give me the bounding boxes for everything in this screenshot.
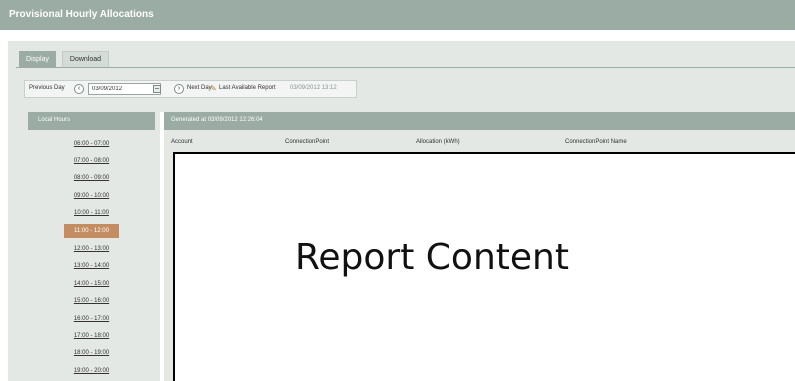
hour-link[interactable]: 14:00 - 15:00 [28,277,155,291]
last-report-timestamp: 03/09/2012 13:12 [290,85,337,91]
previous-day-link[interactable]: Previous Day [29,85,65,91]
column-header-connection-point-name: ConnectionPoint Name [565,139,627,145]
last-available-report-link[interactable]: Last Available Report [219,85,276,91]
hour-link[interactable]: 15:00 - 16:00 [28,294,155,308]
column-header-connection-point: ConnectionPoint [285,139,330,145]
date-input[interactable] [88,83,161,95]
report-column-headers: Account ConnectionPoint Allocation (kWh)… [164,132,795,152]
title-divider [0,30,795,34]
chevron-left-icon[interactable]: ‹ [74,84,84,94]
chevron-right-icon[interactable]: › [174,84,184,94]
report-content-placeholder: Report Content [295,237,569,278]
hour-link[interactable]: 17:00 - 18:00 [28,329,155,343]
local-hours-header: Local Hours [28,112,155,130]
title-bar: Provisional Hourly Allocations [0,0,795,30]
hour-link[interactable]: 16:00 - 17:00 [28,312,155,326]
local-hours-title: Local Hours [38,117,71,123]
tab-download[interactable]: Download [62,51,109,68]
report-header: Generated at 03/09/2012 12:26:04 [164,112,795,130]
hour-link[interactable]: 07:00 - 08:00 [28,154,155,168]
hour-link[interactable]: 09:00 - 10:00 [28,189,155,203]
hour-link[interactable]: 10:00 - 11:00 [28,206,155,220]
page-title: Provisional Hourly Allocations [9,9,154,20]
hour-link[interactable]: 19:00 - 20:00 [28,364,155,378]
hour-link[interactable]: 06:00 - 07:00 [28,137,155,151]
generated-timestamp: Generated at 03/09/2012 12:26:04 [171,117,263,123]
hour-link[interactable]: 13:00 - 14:00 [28,259,155,273]
report-content-area: Report Content [173,152,795,381]
hour-link[interactable]: 18:00 - 19:00 [28,346,155,360]
tab-underline [16,67,795,68]
hour-link[interactable]: 08:00 - 09:00 [28,171,155,185]
pencil-icon[interactable]: ✎ [210,84,217,94]
hour-link[interactable]: 12:00 - 13:00 [28,242,155,256]
main-panel: Display Download Previous Day ‹ › Next D… [8,41,795,381]
day-navigation-bar: Previous Day ‹ › Next Day ✎ Last Availab… [24,80,357,98]
column-header-allocation: Allocation (kWh) [416,139,460,145]
local-hours-panel: Local Hours 06:00 - 07:00 07:00 - 08:00 … [28,112,155,381]
report-panel: Generated at 03/09/2012 12:26:04 Account… [164,112,795,381]
calendar-icon[interactable] [153,85,161,93]
tab-display[interactable]: Display [19,51,56,68]
hour-link-active[interactable]: 11:00 - 12:00 [64,224,119,238]
next-day-link[interactable]: Next Day [187,85,212,91]
column-header-account: Account [171,139,193,145]
